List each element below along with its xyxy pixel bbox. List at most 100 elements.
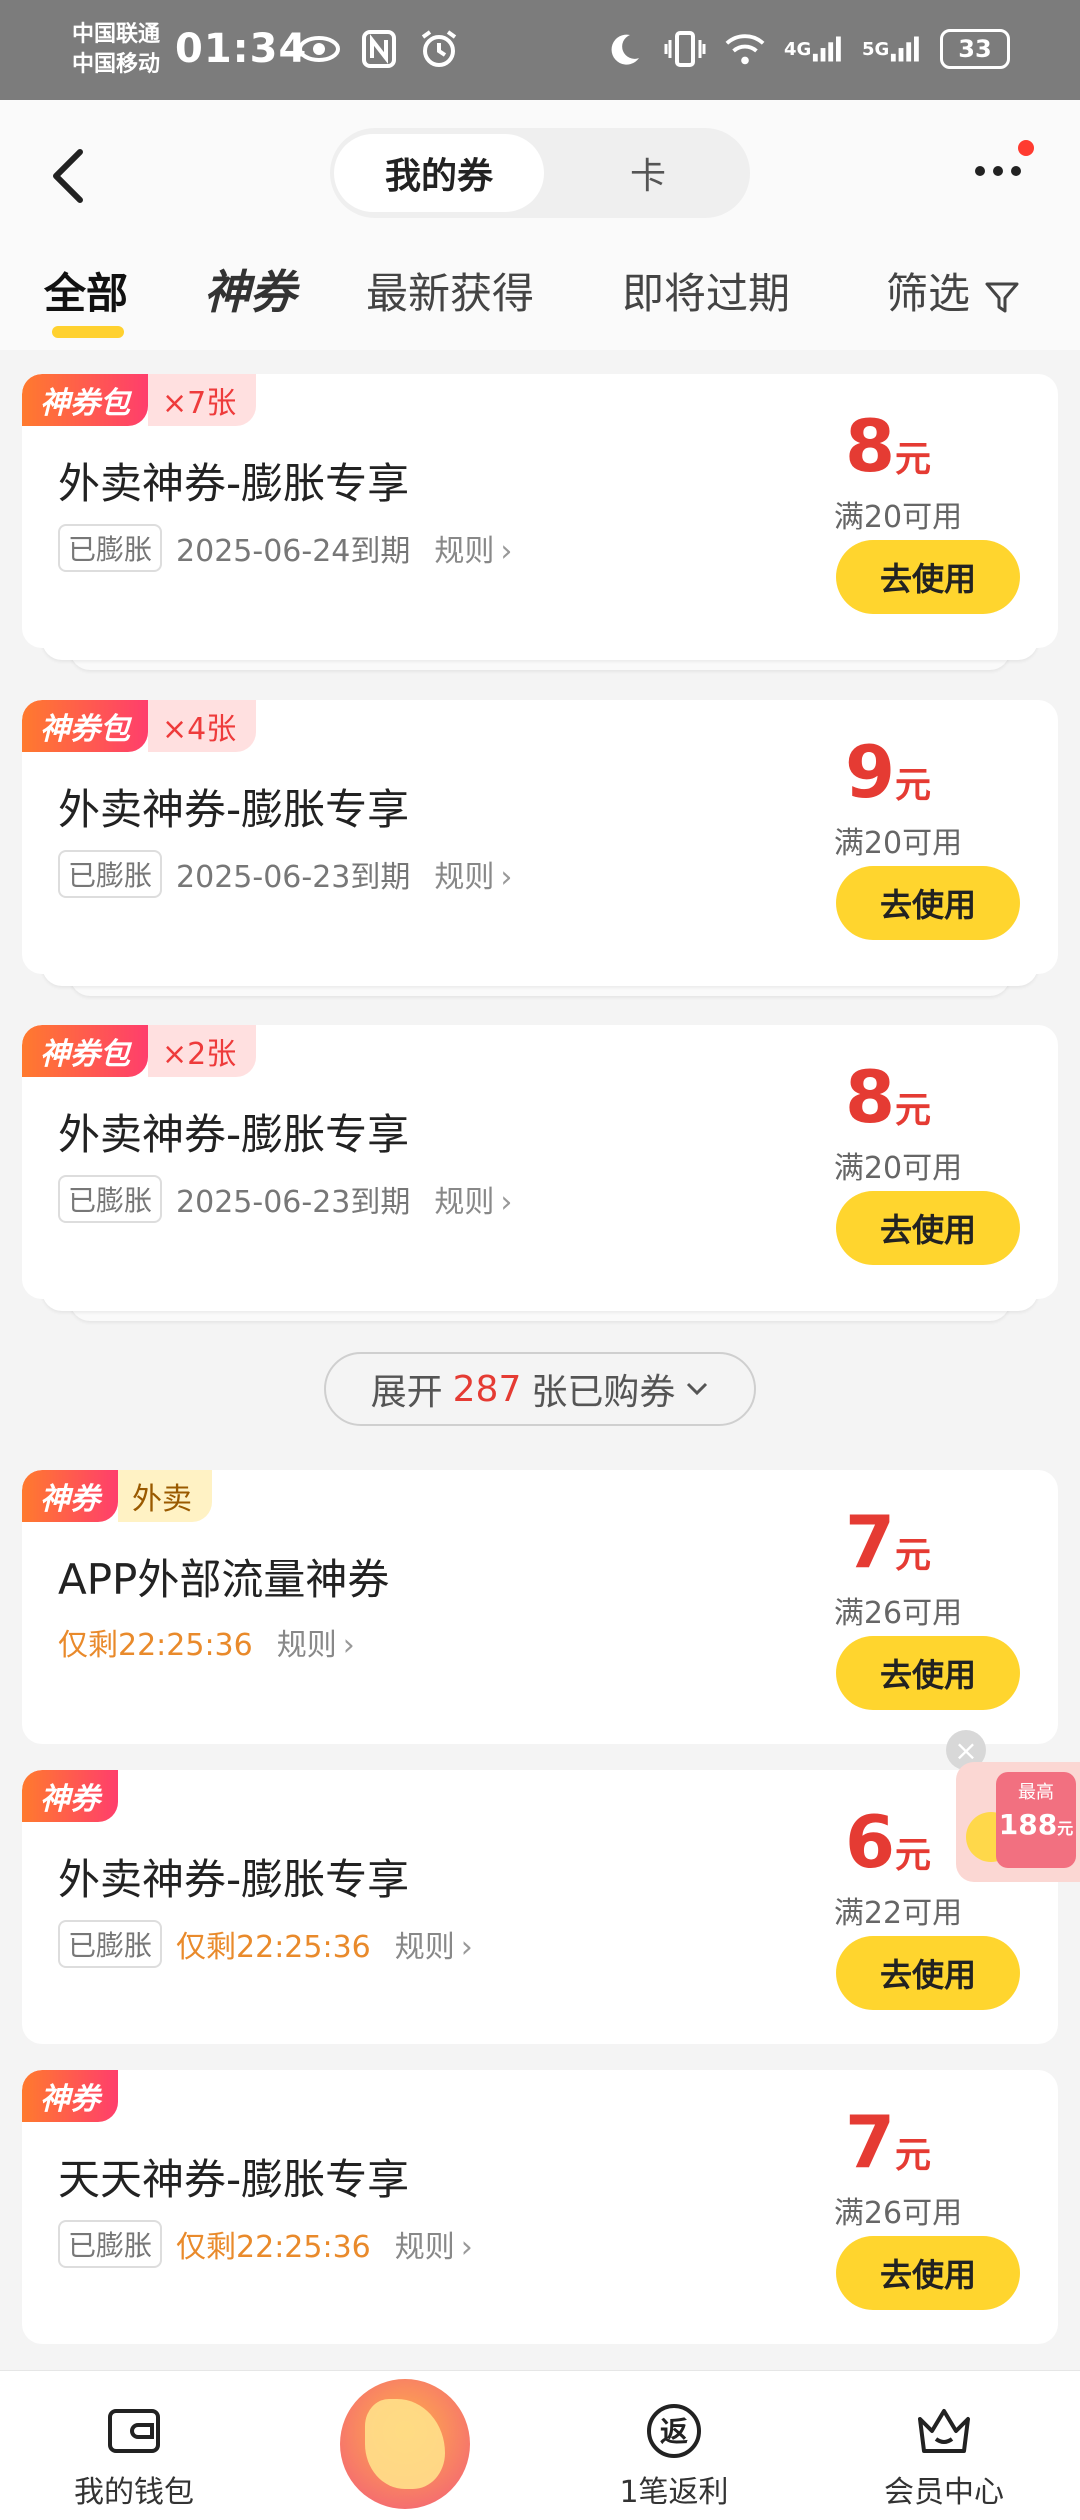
- coupon-card: 神券包 ×7张 外卖神券-膨胀专享 已膨胀 2025-06-24到期 规则 › 8元…: [22, 374, 1058, 648]
- coupon-expiry: 2025-06-23到期: [176, 860, 411, 895]
- coupon-count: ×4张: [148, 700, 257, 752]
- rules-link[interactable]: 规则 ›: [434, 526, 512, 570]
- carrier-labels: 中国联通 中国移动: [72, 20, 160, 80]
- tab-filter[interactable]: 筛选: [886, 260, 1020, 321]
- notification-dot: [1018, 140, 1034, 156]
- floating-promo-widget[interactable]: 最高 188元: [956, 1762, 1080, 1882]
- carrier-1: 中国联通: [72, 22, 161, 47]
- use-button[interactable]: 去使用: [836, 2236, 1020, 2310]
- coupon-price: 8元: [844, 404, 932, 488]
- tab-shenquan[interactable]: 神券: [204, 256, 296, 322]
- more-dots-icon: [975, 166, 985, 176]
- expand-purchased-button[interactable]: 展开 287 张已购券: [324, 1352, 756, 1426]
- signal-5g-icon: 5G: [862, 28, 922, 70]
- coupon-title: 外卖神券-膨胀专享: [58, 1110, 410, 1159]
- coupon-condition: 满20可用: [833, 826, 963, 861]
- purchased-count: 287: [452, 1368, 522, 1410]
- filter-icon: [985, 282, 1019, 312]
- chevron-right-icon: ›: [342, 1628, 355, 1663]
- battery-icon: 33: [940, 29, 1010, 69]
- rules-link[interactable]: 规则 ›: [434, 1177, 512, 1221]
- tab-expiring[interactable]: 即将过期: [622, 260, 790, 321]
- rebate-icon: 返: [647, 2404, 701, 2458]
- expanded-pill: 已膨胀: [58, 1920, 163, 1968]
- segment-cards[interactable]: 卡: [548, 134, 748, 212]
- wifi-icon: [724, 28, 766, 70]
- coupon-expiry: 2025-06-24到期: [176, 534, 411, 569]
- wallet-icon: [108, 2409, 160, 2453]
- coupon-price: 7元: [844, 2100, 932, 2184]
- use-button[interactable]: 去使用: [836, 1936, 1020, 2010]
- use-button[interactable]: 去使用: [836, 866, 1020, 940]
- coupon-pack-1: 神券包 ×7张 外卖神券-膨胀专享 已膨胀 2025-06-24到期 规则 › 8元…: [22, 374, 1058, 680]
- coupon-badge: 神券包: [22, 1025, 148, 1077]
- coupon-badge: 神券: [22, 1770, 118, 1822]
- alarm-icon: [418, 28, 460, 70]
- nfc-icon: [358, 28, 400, 70]
- coupon-card: 神券包 ×4张 外卖神券-膨胀专享 已膨胀 2025-06-23到期 规则 › 9元…: [22, 700, 1058, 974]
- filter-label: 筛选: [886, 269, 971, 318]
- rules-link[interactable]: 规则 ›: [277, 1620, 355, 1664]
- tab-all[interactable]: 全部: [44, 260, 128, 321]
- coupon-title: 天天神券-膨胀专享: [58, 2155, 410, 2204]
- chevron-down-icon: [687, 1382, 708, 1396]
- coupon-pack-3: 神券包 ×2张 外卖神券-膨胀专享 已膨胀 2025-06-23到期 规则 › 8元…: [22, 1025, 1058, 1331]
- rules-link[interactable]: 规则 ›: [395, 2222, 473, 2266]
- nav-member-label: 会员中心: [884, 2475, 1004, 2510]
- expanded-pill: 已膨胀: [58, 1175, 163, 1223]
- back-arrow-icon: [53, 149, 83, 203]
- active-tab-indicator: [52, 326, 124, 338]
- expanded-pill: 已膨胀: [58, 524, 163, 572]
- coupon-card: 神券 外卖神券-膨胀专享 已膨胀 仅剩22:25:36 规则 › 6元 满22可用…: [22, 1770, 1058, 2044]
- coupon-price: 6元: [844, 1800, 932, 1884]
- coupon-price: 9元: [844, 730, 932, 814]
- nav-rebate-label: 1笔返利: [619, 2475, 729, 2510]
- chevron-right-icon: ›: [500, 534, 513, 569]
- coupon-price: 8元: [844, 1055, 932, 1139]
- use-button[interactable]: 去使用: [836, 540, 1020, 614]
- promo-top-label: 最高: [1018, 1782, 1054, 1803]
- status-bar: 中国联通 中国移动 01:34 4G 5G 33: [0, 0, 1080, 100]
- nav-member-center[interactable]: 会员中心: [844, 2371, 1044, 2520]
- crown-icon: [918, 2409, 970, 2453]
- promo-amount-card: 最高 188元: [996, 1772, 1076, 1868]
- coupon-badge: 神券包: [22, 374, 148, 426]
- coupon-card: 神券 天天神券-膨胀专享 已膨胀 仅剩22:25:36 规则 › 7元 满26可用…: [22, 2070, 1058, 2344]
- more-menu-button[interactable]: [975, 166, 1035, 186]
- coupon-badge: 神券包: [22, 700, 148, 752]
- chevron-right-icon: ›: [500, 1185, 513, 1220]
- expanded-pill: 已膨胀: [58, 850, 163, 898]
- coupon-condition: 满20可用: [833, 500, 963, 535]
- back-button[interactable]: [44, 146, 94, 206]
- nav-wallet[interactable]: 我的钱包: [34, 2371, 234, 2520]
- segment-control: 我的券 卡: [330, 128, 750, 218]
- page-header: 我的券 卡 全部 神券 最新获得 即将过期 筛选: [0, 100, 1080, 350]
- rules-link[interactable]: 规则 ›: [395, 1922, 473, 1966]
- bottom-nav: 我的钱包 返 1笔返利 会员中心: [0, 2370, 1080, 2520]
- nav-rebate[interactable]: 返 1笔返利: [574, 2371, 774, 2520]
- svg-text:返: 返: [660, 2415, 688, 2448]
- chevron-right-icon: ›: [460, 1930, 473, 1965]
- coupon-badge: 神券: [22, 2070, 118, 2122]
- coupon-6: 神券 天天神券-膨胀专享 已膨胀 仅剩22:25:36 规则 › 7元 满26可用…: [22, 2070, 1058, 2344]
- coupon-5: 神券 外卖神券-膨胀专享 已膨胀 仅剩22:25:36 规则 › 6元 满22可用…: [22, 1770, 1058, 2044]
- coupon-countdown: 仅剩22:25:36: [58, 1628, 253, 1663]
- battery-level: 33: [958, 35, 992, 63]
- segment-my-coupons[interactable]: 我的券: [334, 134, 544, 212]
- coupon-pack-2: 神券包 ×4张 外卖神券-膨胀专享 已膨胀 2025-06-23到期 规则 › 9元…: [22, 700, 1058, 1006]
- rules-link[interactable]: 规则 ›: [434, 852, 512, 896]
- nav-wallet-label: 我的钱包: [74, 2475, 194, 2510]
- filter-tabs: 全部 神券 最新获得 即将过期 筛选: [0, 260, 1080, 340]
- coupon-countdown: 仅剩22:25:36: [176, 2230, 371, 2265]
- coupon-condition: 满20可用: [833, 1151, 963, 1186]
- coupon-countdown: 仅剩22:25:36: [176, 1930, 371, 1965]
- use-button[interactable]: 去使用: [836, 1191, 1020, 1265]
- tab-newest[interactable]: 最新获得: [366, 260, 534, 321]
- coupon-title: APP外部流量神券: [58, 1555, 390, 1604]
- coupon-title: 外卖神券-膨胀专享: [58, 1855, 410, 1904]
- coupon-count: ×7张: [148, 374, 257, 426]
- coupon-card: 神券 外卖 APP外部流量神券 仅剩22:25:36 规则 › 7元 满26可用 去…: [22, 1470, 1058, 1744]
- use-button[interactable]: 去使用: [836, 1636, 1020, 1710]
- moon-icon: [604, 28, 646, 70]
- center-promo-icon[interactable]: [340, 2379, 470, 2509]
